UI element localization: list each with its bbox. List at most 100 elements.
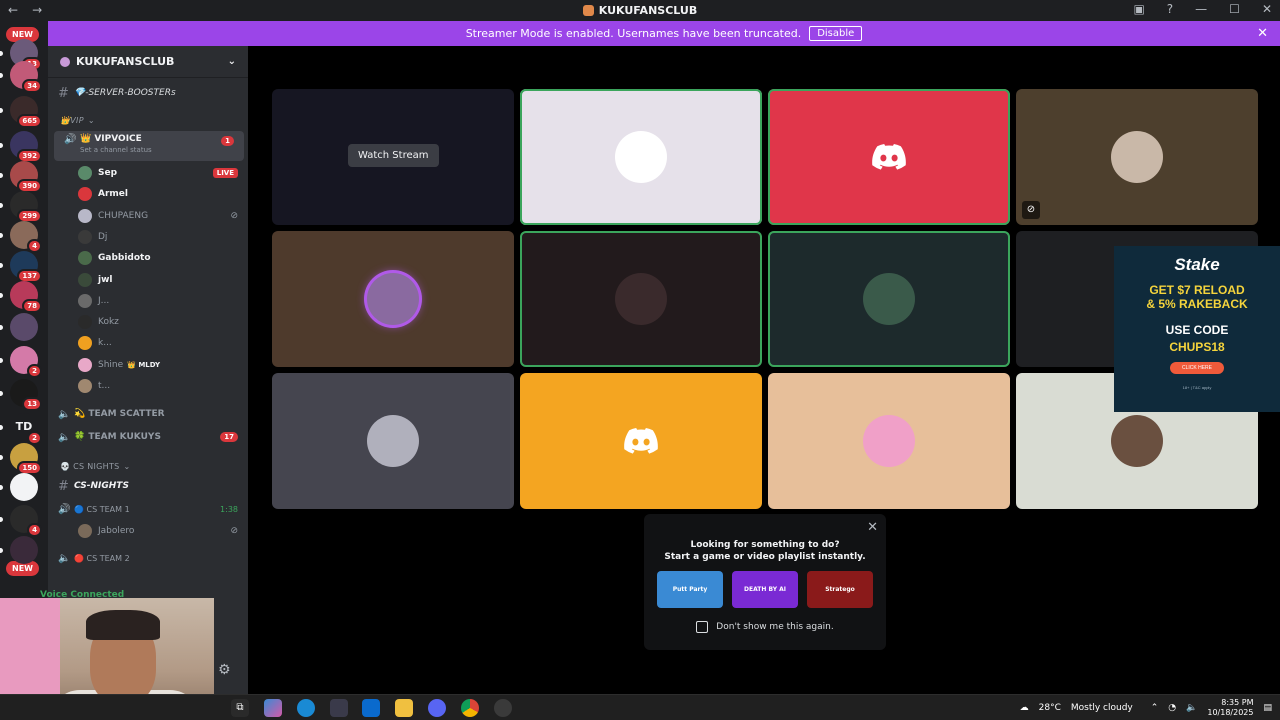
chevron-down-icon: ⌄	[227, 56, 236, 67]
server-icon[interactable]	[0, 536, 38, 564]
dont-show-checkbox[interactable]: Don't show me this again.	[644, 621, 886, 633]
server-icon[interactable]: 78	[0, 281, 42, 313]
copilot-icon[interactable]	[264, 699, 282, 717]
ad-cta-button[interactable]: CLICK HERE	[1169, 362, 1224, 374]
channel-status[interactable]: Set a channel status	[80, 146, 152, 154]
close-icon[interactable]: ✕	[867, 520, 878, 535]
close-window-icon[interactable]: ✕	[1262, 2, 1272, 16]
disable-button[interactable]: Disable	[809, 26, 863, 41]
avatar	[78, 315, 92, 330]
wifi-icon[interactable]: ◔	[1168, 703, 1176, 713]
voice-user[interactable]: Kokz	[48, 312, 248, 332]
volume-icon[interactable]: 🔈	[1186, 703, 1197, 713]
server-icon[interactable]: 390	[0, 161, 42, 193]
server-icon[interactable]: 665	[0, 96, 42, 128]
server-icon[interactable]	[0, 473, 38, 501]
watch-stream-button[interactable]: Watch Stream	[348, 144, 439, 167]
participant-avatar	[863, 415, 915, 467]
inbox-icon[interactable]: ▣	[1133, 2, 1144, 16]
avatar	[78, 272, 92, 287]
voice-user[interactable]: t...	[48, 376, 248, 396]
participant-tile[interactable]	[768, 231, 1010, 367]
gear-icon[interactable]: ⚙	[218, 662, 231, 678]
channel-team-kukuys[interactable]: 🔈 🍀 TEAM KUKUYS 17	[48, 427, 248, 447]
obs-icon[interactable]	[494, 699, 512, 717]
participant-tile[interactable]	[520, 231, 762, 367]
server-icon[interactable]	[0, 313, 38, 341]
ad-code: CHUPS18	[1169, 340, 1225, 354]
participant-tile[interactable]	[272, 373, 514, 509]
store-icon[interactable]	[330, 699, 348, 717]
channel-team-scatter[interactable]: 🔈 💫 TEAM SCATTER	[48, 404, 248, 424]
help-icon[interactable]: ?	[1167, 2, 1173, 16]
channel-server-boosters[interactable]: # 💎-SERVER-BOOSTERs	[48, 83, 248, 103]
category-cs-nights[interactable]: 💀 CS NIGHTS ⌄	[48, 462, 248, 471]
server-header[interactable]: KUKUFANSCLUB ⌄	[48, 46, 248, 78]
avatar	[78, 524, 92, 538]
speaker-icon: 🔊	[64, 134, 77, 145]
participant-tile[interactable]	[520, 373, 762, 509]
voice-user[interactable]: Shine 👑 MLDY	[48, 355, 248, 375]
activity-card[interactable]: Putt Party	[657, 571, 723, 608]
user-name: Armel	[98, 189, 128, 200]
server-icon[interactable]: 4	[0, 505, 42, 537]
voice-user[interactable]: J...	[48, 291, 248, 311]
channel-label: 👑 VIPVOICE	[80, 134, 142, 144]
channel-cs-team-1[interactable]: 🔊 🔵 CS TEAM 1 1:38	[48, 499, 248, 519]
file-explorer-icon[interactable]	[395, 699, 413, 717]
clock[interactable]: 8:35 PM 10/18/2025	[1207, 698, 1253, 718]
channel-cs-team-2[interactable]: 🔈 🔴 CS TEAM 2	[48, 548, 248, 568]
deafened-icon: ⊘	[230, 526, 238, 536]
unread-pill	[0, 293, 3, 298]
stake-ad-overlay[interactable]: Stake GET $7 RELOAD & 5% RAKEBACK USE CO…	[1114, 246, 1280, 412]
unread-pill	[0, 391, 3, 396]
activity-card[interactable]: Stratego	[807, 571, 873, 608]
checkbox-icon[interactable]	[696, 621, 709, 633]
voice-user[interactable]: jwl	[48, 270, 248, 290]
close-icon[interactable]: ✕	[1257, 26, 1268, 41]
server-icon[interactable]: 34	[0, 61, 42, 93]
server-icon[interactable]: 392	[0, 131, 42, 163]
participant-tile[interactable]	[272, 231, 514, 367]
hash-icon: #	[58, 478, 69, 494]
voice-user[interactable]: Gabbidoto	[48, 248, 248, 268]
chevron-up-icon[interactable]: ⌃	[1151, 703, 1159, 713]
notifications-icon[interactable]: ▤	[1263, 703, 1272, 713]
server-icon[interactable]: 2	[0, 346, 42, 378]
voice-user[interactable]: CHUPAENG ⊘	[48, 206, 248, 226]
maximize-icon[interactable]: ☐	[1229, 2, 1240, 16]
ad-headline: GET $7 RELOAD	[1149, 283, 1245, 297]
channel-cs-nights[interactable]: # CS-NIGHTS	[48, 476, 248, 496]
server-icon[interactable]: 4	[0, 221, 42, 253]
participant-tile[interactable]	[768, 89, 1010, 225]
voice-user[interactable]: Jabolero ⊘	[48, 521, 248, 541]
voice-user[interactable]: Armel	[48, 184, 248, 204]
participant-tile[interactable]: ⊘	[1016, 89, 1258, 225]
discord-icon[interactable]	[428, 699, 446, 717]
voice-user[interactable]: Dj	[48, 227, 248, 247]
server-icon[interactable]: TD 2	[0, 413, 42, 445]
server-icon[interactable]: 137	[0, 251, 42, 283]
category-vip[interactable]: 👑VIP ⌄	[48, 116, 248, 125]
user-name: J...	[98, 295, 110, 306]
channel-vipvoice[interactable]: 🔊 👑 VIPVOICE Set a channel status 1	[54, 131, 244, 161]
chrome-icon[interactable]	[461, 699, 479, 717]
server-icon[interactable]: 13	[0, 379, 42, 411]
voice-user[interactable]: Sep LIVE	[48, 163, 248, 183]
activity-card[interactable]: DEATH BY AI	[732, 571, 798, 608]
server-icon[interactable]: 299	[0, 191, 42, 223]
task-view-icon[interactable]: ⧉	[231, 699, 249, 717]
minimize-icon[interactable]: —	[1195, 2, 1207, 16]
participant-tile[interactable]	[768, 373, 1010, 509]
server-icon[interactable]: 150	[0, 443, 42, 475]
weather-temp[interactable]: 28°C	[1039, 703, 1061, 713]
ad-fine-print: 18+ | T&C apply	[1182, 385, 1212, 390]
outlook-icon[interactable]	[362, 699, 380, 717]
participant-tile[interactable]	[520, 89, 762, 225]
voice-user[interactable]: k...	[48, 333, 248, 353]
channel-label: 🔴 CS TEAM 2	[74, 553, 130, 563]
participant-tile[interactable]: Watch Stream	[272, 89, 514, 225]
weather-text[interactable]: Mostly cloudy	[1071, 703, 1133, 713]
window-controls: ▣ ? — ☐ ✕	[1133, 2, 1272, 16]
edge-icon[interactable]	[297, 699, 315, 717]
